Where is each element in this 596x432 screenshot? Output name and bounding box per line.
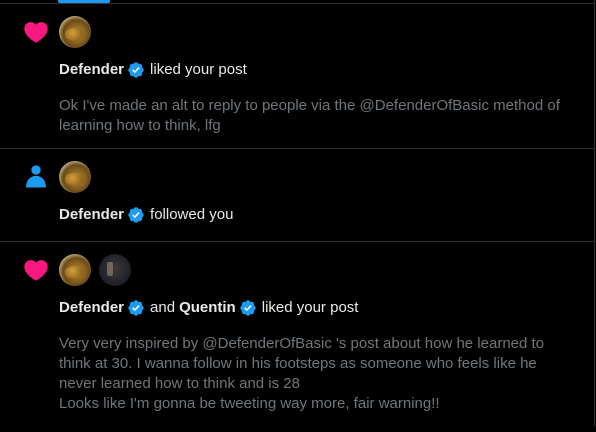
notification-like[interactable]: Defender and Quentin liked your post Ver…: [0, 242, 594, 432]
actor-name[interactable]: Defender: [59, 60, 124, 80]
notifications-timeline: Defender liked your post Ok I've made an…: [0, 0, 595, 426]
verified-badge-icon: [128, 207, 144, 223]
actor-name[interactable]: Defender: [59, 205, 124, 225]
heart-icon: [24, 260, 48, 281]
verified-badge-icon: [128, 300, 144, 316]
notification-follow[interactable]: Defender followed you: [0, 149, 594, 242]
actor-avatars: [59, 16, 91, 48]
actor-connector: and: [150, 299, 176, 316]
liked-post-text[interactable]: Very very inspired by @DefenderOfBasic '…: [59, 334, 569, 414]
notification-action: followed you: [150, 206, 234, 223]
actor-avatars: [59, 254, 131, 286]
actor-name[interactable]: Quentin: [179, 298, 236, 318]
heart-icon: [24, 22, 48, 43]
notification-headline: Defender liked your post: [59, 60, 247, 80]
notification-headline: Defender followed you: [59, 205, 233, 225]
defender-avatar[interactable]: [59, 254, 91, 286]
notification-like[interactable]: Defender liked your post Ok I've made an…: [0, 4, 594, 149]
defender-avatar[interactable]: [59, 161, 91, 193]
actor-avatars: [59, 161, 91, 193]
notification-headline: Defender and Quentin liked your post: [59, 298, 358, 318]
liked-post-text[interactable]: Ok I've made an alt to reply to people v…: [59, 96, 569, 136]
notification-action: liked your post: [150, 61, 247, 78]
verified-badge-icon: [240, 300, 256, 316]
actor-name[interactable]: Defender: [59, 298, 124, 318]
person-icon: [25, 165, 47, 188]
notification-action: liked your post: [261, 299, 359, 316]
verified-badge-icon: [128, 62, 144, 78]
defender-avatar[interactable]: [59, 16, 91, 48]
quentin-avatar[interactable]: [99, 254, 131, 286]
